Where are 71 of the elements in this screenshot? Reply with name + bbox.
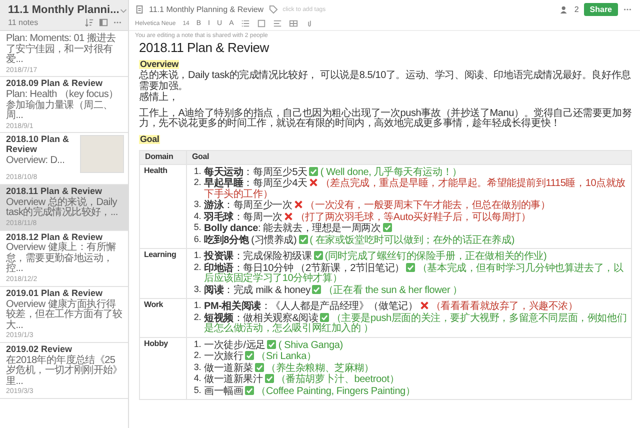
list-number: 4. (192, 374, 201, 386)
goal-item: 短视频：做相关观察&阅读 （主要是push层面的关注，要扩大视野，多留意不同层面，例如他们是怎么做活动，怎么吸引网红加入的 ） (204, 312, 627, 335)
note-preview: Overview: D... (6, 156, 66, 167)
note-title: 2018.10 Plan & Review (6, 135, 70, 156)
note-icon (135, 5, 144, 14)
table-cell: Health (140, 164, 186, 249)
table-cell: Learning (140, 248, 186, 299)
people-icon[interactable] (560, 5, 570, 14)
list-number: 2. (192, 262, 201, 274)
section-heading: Goal (139, 134, 160, 144)
list-number: 1. (192, 301, 201, 312)
list-number: 2. (192, 312, 201, 324)
goal-item: 做一道新菜 （养生杂粮糊、芝麻糊） (204, 362, 374, 374)
note-title: 11.1 Monthly Planning & Review (149, 5, 264, 14)
paragraph: 工作上，A迪给了特别多的指点，自己也因为粗心出现了一次push事故（并抄送了Manu）。觉得自己还需要更加努力，先不说花更多的时间工作，就说在有限的时间内，高效地完成更多事情，趁年轻成长得更快！ (139, 108, 632, 130)
list-number: 2. (192, 178, 201, 190)
goal-item: 羽毛球：每周一次 （打了两次羽毛球，等Auto买好鞋子后，可以每周打） (204, 212, 531, 223)
goal-item: 阅读：完成 milk & honey （正在看 the sun & her flower ） (204, 284, 463, 296)
goal-item: 早起早睡：每周至少4天 （差点完成，重点是早睡，才能早起。希望能提前到1115睡，10点就放下手头的工作） (204, 178, 626, 200)
table-icon[interactable] (288, 19, 298, 28)
list-number: 3. (192, 362, 201, 374)
notebook-title[interactable]: 11.1 Monthly Planni... (8, 4, 120, 16)
note-preview: Overview 健康上：有所懈怠，需要更勤奋地运动，控... (6, 243, 117, 275)
list-icon[interactable] (240, 19, 250, 28)
note-preview: 在2018年的年度总结《25岁危机，一切才刚刚开始》里... (6, 356, 124, 388)
goal-item: 印地语：每日10分钟 （2节新课，2节旧笔记） （基本完成，但有时学习几分钟也算进去了，以后应该固定学习了10分钟才算） (204, 262, 624, 284)
list-number: 1. (192, 340, 201, 351)
note-preview: Plan: Moments: 01 搬进去了安宁佳园，和一对很有爱... (6, 34, 117, 66)
note-title: 2018.09 Plan & Review (6, 79, 104, 90)
sort-icon[interactable] (85, 18, 94, 27)
note-count: 11 notes (8, 18, 40, 27)
section-heading: Overview (139, 60, 180, 70)
layout-icon[interactable] (99, 18, 108, 27)
goal-item: Bolly dance: 能去就去，理想是一周两次 (204, 223, 394, 235)
list-number: 5. (192, 386, 201, 397)
share-button[interactable]: Share (584, 3, 618, 16)
goal-item: 投资课：完成保险初级课 (同时完成了螺丝钉的保险手册，正在做相关的作业) (204, 251, 547, 262)
column-header: Domain (140, 150, 186, 164)
goal-item: 游泳：每周至少一次 （一次没有，一般要周末下午才能去，但总在做别的事） (204, 200, 550, 212)
note-title: 2019.01 Plan & Review (6, 288, 104, 298)
note-title: 2019.02 Review (6, 344, 74, 354)
goal-item: 做一道新果汁 （番茄胡萝卜汁、beetroot） (204, 374, 400, 386)
note-preview: Plan: Health （key focus）参加瑜伽力量课（周二、周... (6, 90, 120, 122)
goal-item: 每天运动：每周至少5天 ( Well done, 几乎每天有运动！） (204, 166, 462, 178)
paragraph: 总的来说，Daily task的完成情况比较好， 可以说是8.5/10了。运动、学习、阅读、印地语完成情况最好。良好作息需要加强。 (139, 71, 632, 92)
tag-icon[interactable] (268, 5, 278, 14)
list-number: 2. (192, 351, 201, 362)
table-cell: Hobby (140, 337, 186, 400)
column-header: Goal (186, 150, 632, 164)
paragraph: 感情上， (139, 93, 180, 104)
align-icon[interactable] (272, 19, 282, 28)
note-title: 2018.11 Plan & Review (6, 186, 104, 196)
goal-item: 画一幅画 （Coffee Painting, Fingers Painting） (204, 386, 416, 398)
note-preview: Overview 健康方面执行得较差，但在工作方面有了较大... (6, 300, 124, 331)
document-title: 2018.11 Plan & Review (139, 41, 270, 55)
checkbox-icon[interactable] (256, 19, 266, 28)
list-number: 4. (192, 212, 201, 223)
table-cell: Work (140, 298, 186, 338)
goal-item: PM-相关阅读：《人人都是产品经理》（做笔记） （看看看看就放弃了，兴趣不浓） (204, 301, 578, 312)
list-number: 3. (192, 200, 201, 212)
list-number: 1. (192, 166, 201, 178)
list-number: 1. (192, 251, 201, 262)
goal-item: 吃到8分饱 (习惯养成) ( 在家或饭堂吃时可以做到；在外的话正在养成) (204, 234, 514, 246)
share-count: 2 (574, 5, 579, 14)
note-title: 2018.12 Plan & Review (6, 232, 103, 242)
list-number: 5. (192, 223, 201, 234)
goal-item: 一次徒步/远足 ( Shiva Ganga) (204, 340, 343, 351)
note-preview: Overview 总的来说，Daily task的完成情况比较好，... (6, 198, 119, 219)
list-number: 6. (192, 234, 201, 246)
goal-item: 一次旅行 （Sri Lanka） (204, 351, 316, 362)
list-number: 3. (192, 284, 201, 296)
